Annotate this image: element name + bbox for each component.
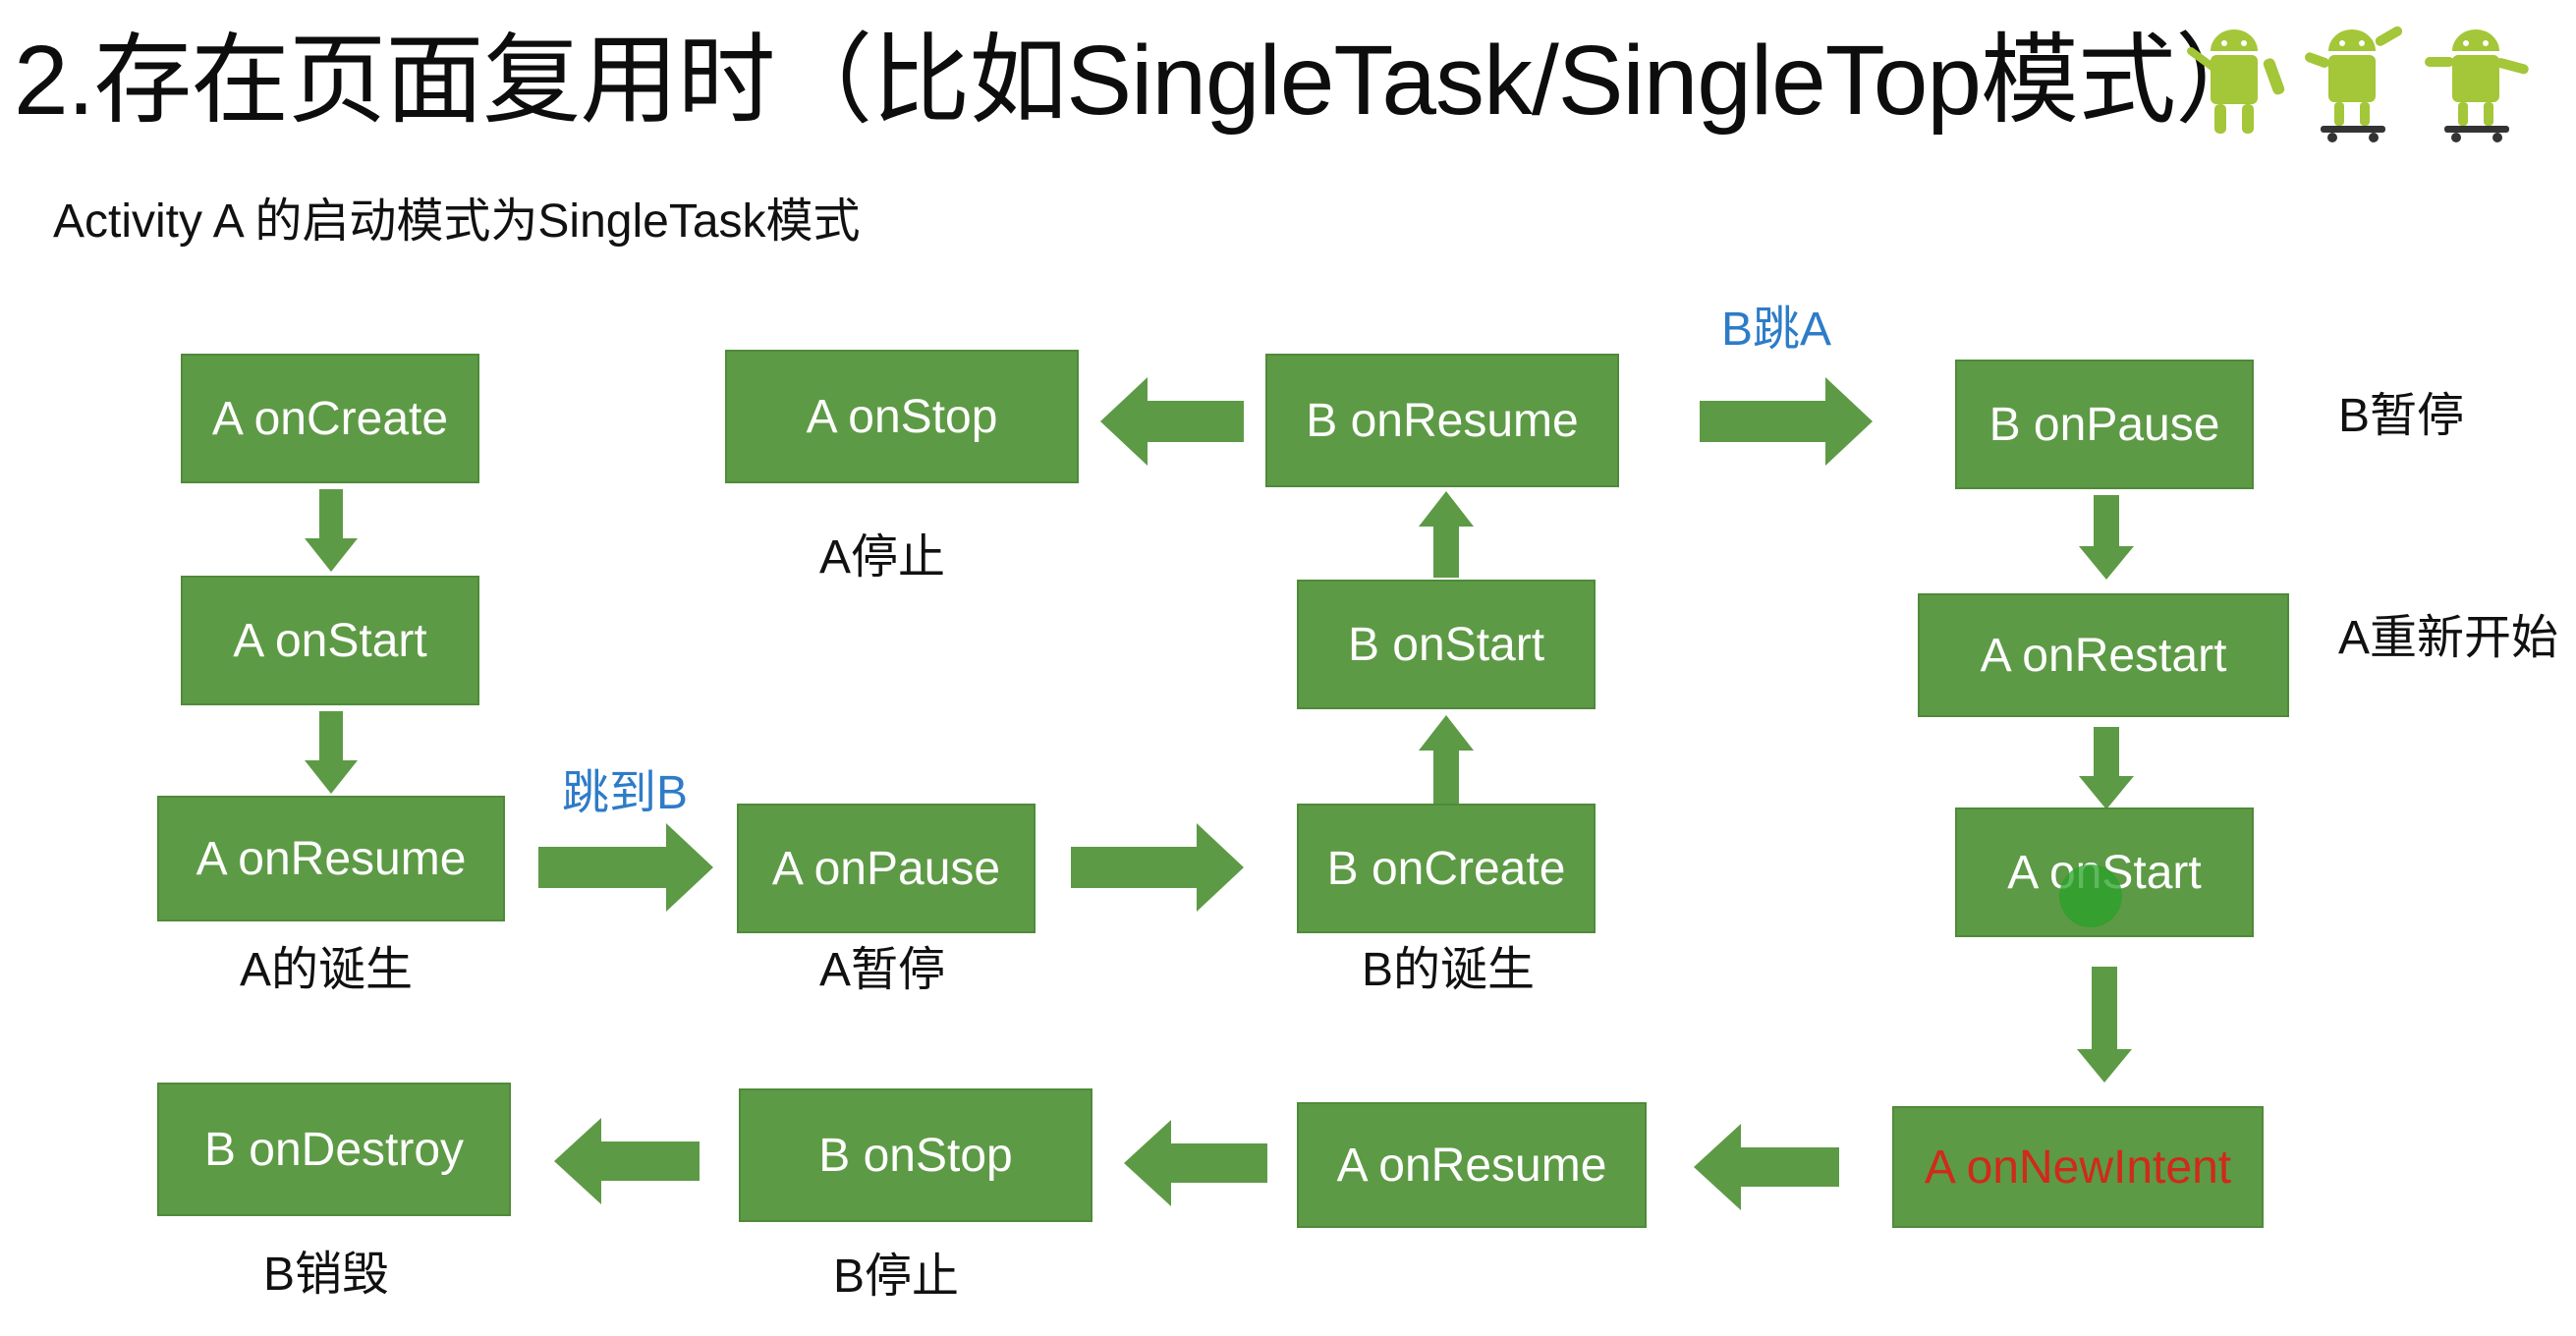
caption-b-pause: B暂停: [2338, 390, 2465, 442]
arrow-right-icon: [538, 823, 713, 912]
android-logos: [2181, 12, 2554, 149]
box-b-onstop: B onStop: [739, 1088, 1092, 1222]
arrow-down-icon: [305, 711, 358, 794]
box-a-onresume: A onResume: [157, 796, 505, 921]
label-b-jump-a: B跳A: [1721, 304, 1832, 356]
caption-a-pause: A暂停: [819, 944, 946, 996]
subtitle: Activity A 的启动模式为SingleTask模式: [53, 195, 861, 248]
caption-a-stop: A停止: [819, 531, 946, 584]
arrow-left-icon: [1100, 377, 1244, 466]
page-title: 2.存在页面复用时（比如SingleTask/SingleTop模式）: [14, 26, 2273, 136]
arrow-left-icon: [1124, 1120, 1267, 1206]
arrow-left-icon: [554, 1118, 700, 1204]
arrow-down-icon: [2079, 495, 2134, 580]
arrow-right-icon: [1700, 377, 1873, 466]
arrow-right-icon: [1071, 823, 1244, 912]
caption-a-birth: A的诞生: [240, 944, 414, 996]
android-skateboard-icon: [2304, 26, 2403, 142]
arrow-up-icon: [1419, 715, 1474, 804]
caption-a-restart: A重新开始: [2338, 612, 2559, 664]
box-b-onstart: B onStart: [1297, 580, 1596, 709]
label-jump-to-b: 跳到B: [562, 767, 689, 819]
box-b-onpause: B onPause: [1955, 360, 2254, 489]
caption-b-destroy: B销毁: [263, 1249, 390, 1301]
box-a-onrestart: A onRestart: [1918, 593, 2289, 717]
android-robot-icon: [2187, 29, 2285, 134]
arrow-down-icon: [2079, 727, 2134, 809]
caption-b-birth: B的诞生: [1362, 944, 1536, 996]
box-a-onresume-2: A onResume: [1297, 1102, 1647, 1228]
box-a-oncreate: A onCreate: [181, 354, 479, 483]
box-a-onnewintent: A onNewIntent: [1892, 1106, 2264, 1228]
box-b-ondestroy: B onDestroy: [157, 1083, 511, 1216]
box-a-onstart: A onStart: [181, 576, 479, 705]
box-a-onstop: A onStop: [725, 350, 1079, 483]
box-b-oncreate: B onCreate: [1297, 804, 1596, 933]
box-b-onresume: B onResume: [1265, 354, 1619, 487]
android-skateboard-icon: [2425, 29, 2529, 142]
box-a-onpause: A onPause: [737, 804, 1036, 933]
arrow-up-icon: [1419, 491, 1474, 578]
arrow-down-icon: [2077, 967, 2132, 1083]
caption-b-stop: B停止: [833, 1251, 960, 1303]
arrow-left-icon: [1694, 1124, 1839, 1210]
arrow-down-icon: [305, 489, 358, 572]
cursor-highlight: [2059, 864, 2122, 927]
